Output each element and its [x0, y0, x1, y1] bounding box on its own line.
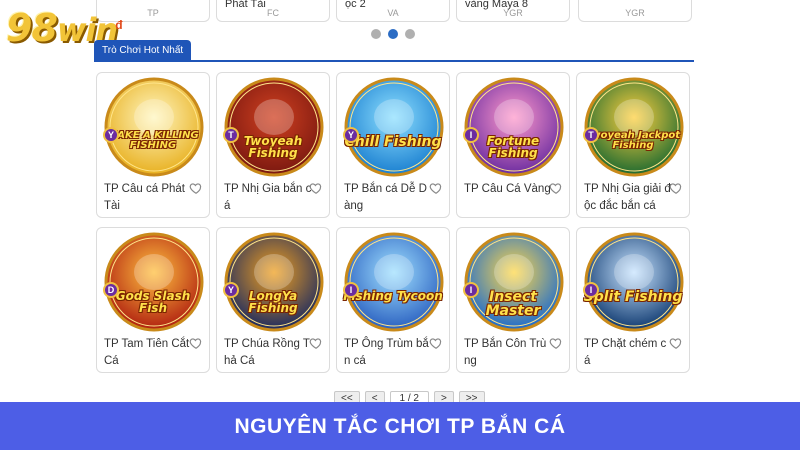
game-provider: YGR [625, 8, 645, 18]
game-card-title[interactable]: TP Nhị Gia bắn cá [224, 181, 312, 215]
game-card[interactable]: Phát Tài FC [216, 0, 330, 22]
game-card[interactable]: ọc 2 VA [336, 0, 450, 22]
section-title-tab: Trò Chơi Hot Nhất [94, 40, 192, 62]
dragon-icon[interactable] [224, 232, 324, 332]
carousel-dots [371, 29, 415, 39]
provider-badge: T [223, 127, 239, 143]
heart-icon[interactable] [669, 336, 683, 350]
bottom-banner: NGUYÊN TẮC CHƠI TP BẮN CÁ [0, 402, 800, 450]
game-card[interactable]: vàng Maya 8 YGR [456, 0, 570, 22]
game-card-title[interactable]: TP Chặt chém cá [584, 336, 672, 370]
god-of-wealth-icon[interactable] [464, 77, 564, 177]
section-divider [94, 60, 694, 62]
game-card-title[interactable]: TP Tam Tiên Cắt Cá [104, 336, 192, 370]
game-card[interactable]: Chill Fishing Y TP Bắn cá Dễ Dàng [336, 72, 450, 218]
game-card[interactable]: Twoyeah Jackpot Fishing T TP Nhị Gia giải … [576, 72, 690, 218]
provider-badge: I [583, 282, 599, 298]
general-icon[interactable] [224, 77, 324, 177]
provider-badge: Y [343, 127, 359, 143]
game-card-title[interactable]: TP Ông Trùm bắn cá [344, 336, 432, 370]
tycoon-shark-icon[interactable] [344, 232, 444, 332]
heart-icon[interactable] [429, 336, 443, 350]
game-card-title[interactable]: TP Bắn Côn Trùng [464, 336, 552, 370]
game-card-title[interactable]: TP Câu cá Phát Tài [104, 181, 192, 215]
game-card-title[interactable]: TP Câu Cá Vàng [464, 181, 552, 198]
heart-icon[interactable] [549, 336, 563, 350]
provider-badge: Y [103, 127, 119, 143]
banner-title: NGUYÊN TẮC CHƠI TP BẮN CÁ [234, 415, 566, 438]
heart-icon[interactable] [189, 336, 203, 350]
carousel-dot-active[interactable] [388, 29, 398, 39]
provider-badge: I [463, 282, 479, 298]
heart-icon[interactable] [309, 336, 323, 350]
logo-number: 98 [6, 6, 58, 50]
page: TP Phát Tài FC ọc 2 VA vàng Maya 8 YGR Y… [0, 0, 800, 450]
heart-icon[interactable] [189, 181, 203, 195]
game-card-title[interactable]: TP Nhị Gia giải độc đắc bắn cá [584, 181, 672, 215]
game-provider: YGR [503, 8, 523, 18]
carousel-dot[interactable] [371, 29, 381, 39]
game-card-title[interactable]: TP Chúa Rồng Thả Cá [224, 336, 312, 370]
game-card[interactable]: LongYa Fishing Y TP Chúa Rồng Thả Cá [216, 227, 330, 373]
provider-badge: T [583, 127, 599, 143]
provider-badge: I [343, 282, 359, 298]
game-card[interactable]: MAKE A KILLING FISHING Y TP Câu cá Phát Tà… [96, 72, 210, 218]
previous-game-row: TP Phát Tài FC ọc 2 VA vàng Maya 8 YGR Y… [96, 0, 692, 26]
game-provider: VA [387, 8, 399, 18]
game-card[interactable]: Fortune Fishing I TP Câu Cá Vàng [456, 72, 570, 218]
sword-fish-icon[interactable] [584, 232, 684, 332]
game-card[interactable]: Insect Master I TP Bắn Côn Trùng [456, 227, 570, 373]
game-card[interactable]: YGR [578, 0, 692, 22]
coin-burst-icon[interactable] [104, 77, 204, 177]
provider-badge: Y [223, 282, 239, 298]
carousel-dot[interactable] [405, 29, 415, 39]
game-grid: MAKE A KILLING FISHING Y TP Câu cá Phát Tà… [96, 72, 696, 373]
game-card[interactable]: Gods Slash Fish D TP Tam Tiên Cắt Cá [96, 227, 210, 373]
logo-superscript: đ [115, 18, 123, 32]
lucky-god-icon[interactable] [104, 232, 204, 332]
heart-icon[interactable] [429, 181, 443, 195]
provider-badge: I [463, 127, 479, 143]
heart-icon[interactable] [549, 181, 563, 195]
warrior-icon[interactable] [584, 77, 684, 177]
game-card-title[interactable]: TP Bắn cá Dễ Dàng [344, 181, 432, 215]
heart-icon[interactable] [669, 181, 683, 195]
heart-icon[interactable] [309, 181, 323, 195]
provider-badge: D [103, 282, 119, 298]
game-card[interactable]: Split Fishing I TP Chặt chém cá [576, 227, 690, 373]
shark-icon[interactable] [344, 77, 444, 177]
game-provider: FC [267, 8, 279, 18]
game-card[interactable]: Twoyeah Fishing T TP Nhị Gia bắn cá [216, 72, 330, 218]
game-card[interactable]: Fishing Tycoon I TP Ông Trùm bắn cá [336, 227, 450, 373]
